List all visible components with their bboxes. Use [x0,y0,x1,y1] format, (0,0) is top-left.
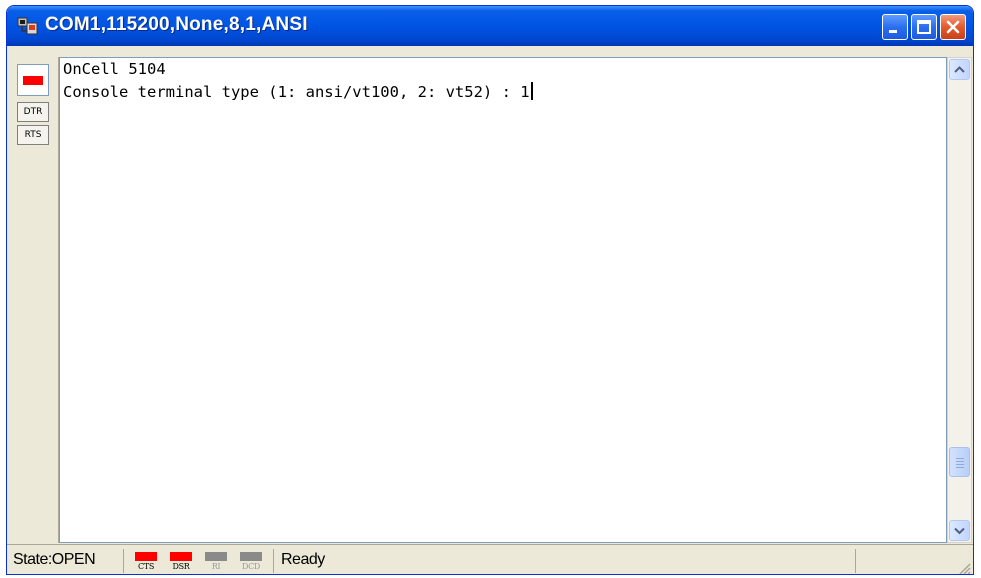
terminal-line-2: Console terminal type (1: ansi/vt100, 2:… [63,82,533,101]
status-message: Ready [281,551,325,568]
signal-panel: DTR RTS [10,57,59,543]
thumb-grip-line [956,458,964,459]
ri-lamp [205,552,227,561]
terminal-line-2-text: Console terminal type (1: ansi/vt100, 2:… [63,83,530,101]
scroll-thumb[interactable] [949,447,970,477]
title-bar[interactable]: COM1,115200,None,8,1,ANSI [7,6,973,46]
text-cursor [530,82,533,100]
dsr-label: DSR [172,562,190,571]
dcd-indicator: DCD [240,549,262,573]
window-title: COM1,115200,None,8,1,ANSI [45,14,308,35]
close-icon [946,20,960,34]
thumb-grip-line [956,467,964,468]
scroll-up-button[interactable] [949,59,970,80]
status-divider [273,549,274,573]
minimize-button[interactable] [882,14,908,40]
dtr-button[interactable]: DTR [17,102,49,122]
chevron-down-icon [954,527,965,535]
maximize-icon [917,20,931,34]
terminal-window: COM1,115200,None,8,1,ANSI DTR RTS OnCell… [6,5,974,575]
cts-label: CTS [137,562,155,571]
dsr-indicator: DSR [170,549,192,573]
scroll-down-button[interactable] [949,520,970,541]
thumb-grip-line [956,461,964,462]
status-divider [855,549,856,573]
connection-state: State:OPEN [13,551,96,568]
minimize-icon [889,30,897,33]
serial-port-app-icon[interactable] [17,16,39,36]
close-button[interactable] [940,14,966,40]
connection-led-lamp [23,76,43,85]
rts-button[interactable]: RTS [17,125,49,145]
vertical-scrollbar[interactable] [947,57,972,543]
dcd-lamp [240,552,262,561]
status-divider [123,549,124,573]
cts-indicator: CTS [135,549,157,573]
dsr-lamp [170,552,192,561]
terminal-line-1: OnCell 5104 [63,60,166,78]
ri-indicator: RI [205,549,227,573]
connection-led[interactable] [17,64,49,96]
terminal-screen[interactable]: OnCell 5104 Console terminal type (1: an… [59,57,947,543]
resize-grip-icon[interactable] [955,559,971,575]
status-bar: State:OPEN CTS DSR RI DCD Ready [7,544,973,575]
cts-lamp [135,552,157,561]
chevron-up-icon [954,66,965,73]
ri-label: RI [211,562,221,571]
dcd-label: DCD [241,562,261,571]
maximize-button[interactable] [911,14,937,40]
thumb-grip-line [956,464,964,465]
